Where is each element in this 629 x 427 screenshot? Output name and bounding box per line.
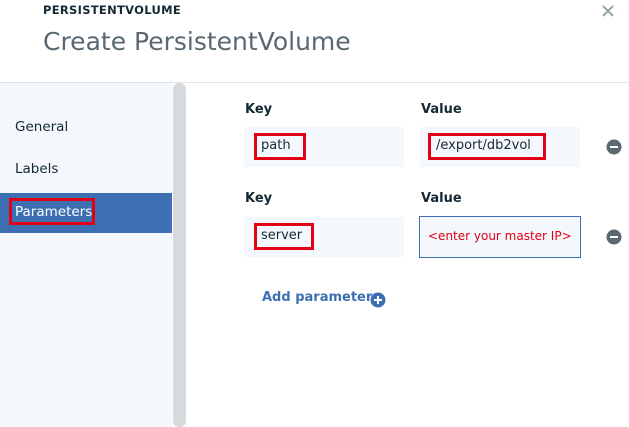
value-field[interactable]: /export/db2vol (420, 127, 580, 167)
sidebar: General Labels Parameters (0, 83, 172, 427)
add-parameter-link[interactable]: Add parameter (262, 290, 372, 305)
key-field[interactable]: server (244, 217, 404, 257)
sidebar-item-labels[interactable]: Labels (0, 150, 172, 190)
value-label: Value (421, 102, 462, 117)
key-field[interactable]: path (244, 127, 404, 167)
value-placeholder: <enter your master IP> (428, 229, 572, 243)
sidebar-item-label: General (15, 119, 69, 135)
page-title: Create PersistentVolume (43, 27, 351, 56)
key-label: Key (245, 191, 273, 206)
scrollbar-thumb[interactable] (173, 83, 186, 427)
sidebar-item-parameters[interactable]: Parameters (0, 193, 172, 233)
value-field-value: /export/db2vol (436, 138, 531, 153)
sidebar-item-label: Parameters (15, 204, 93, 220)
modal-header: PERSISTENTVOLUME Create PersistentVolume (0, 0, 629, 83)
remove-row-icon[interactable] (606, 139, 622, 155)
sidebar-item-label: Labels (15, 161, 59, 177)
value-field[interactable]: <enter your master IP> (419, 216, 581, 258)
value-label: Value (421, 191, 462, 206)
add-icon[interactable] (370, 292, 386, 308)
key-field-value: path (261, 138, 291, 153)
close-icon[interactable] (600, 3, 616, 19)
remove-row-icon[interactable] (606, 229, 622, 245)
key-field-value: server (261, 228, 303, 243)
modal-eyebrow: PERSISTENTVOLUME (43, 3, 181, 17)
sidebar-item-general[interactable]: General (0, 108, 172, 148)
key-label: Key (245, 102, 273, 117)
